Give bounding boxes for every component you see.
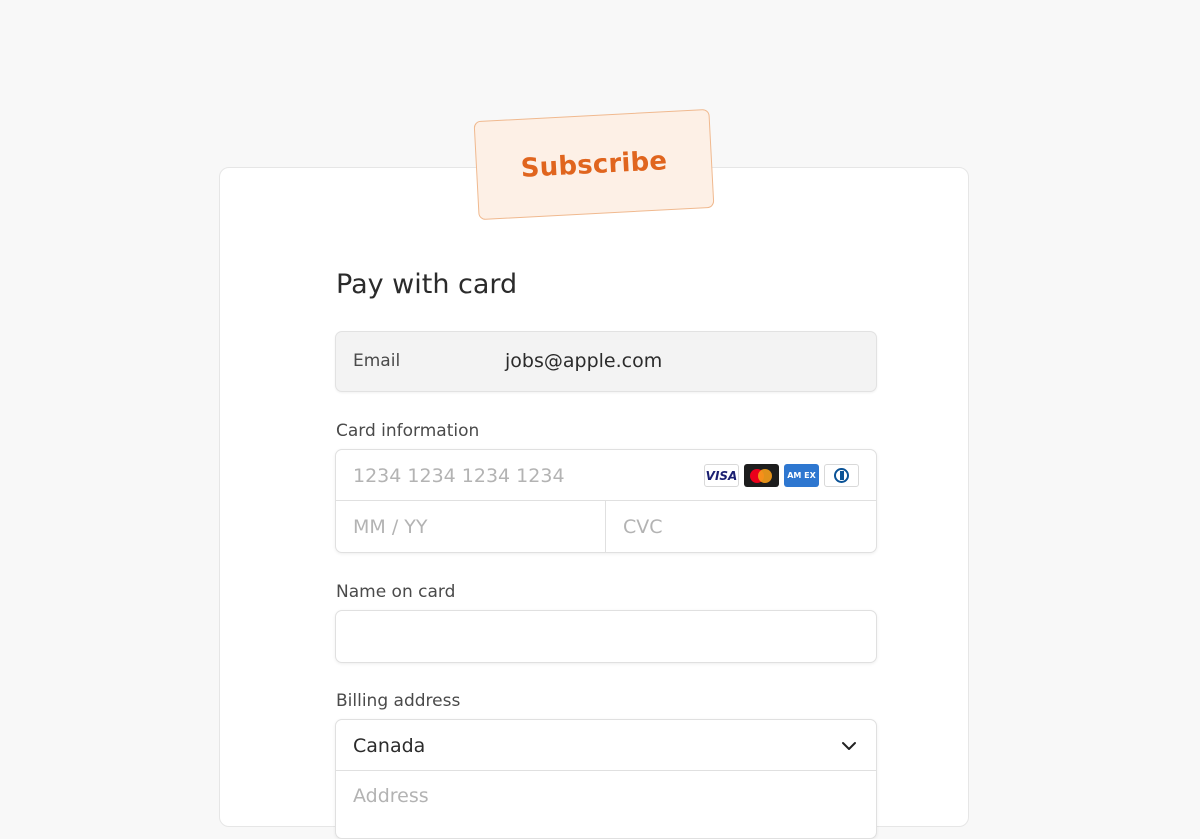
email-field[interactable]: Email jobs@apple.com (335, 331, 877, 392)
amex-icon-text: AM EX (787, 470, 816, 480)
page-title: Pay with card (336, 269, 518, 300)
address-input[interactable]: Address (336, 771, 876, 831)
cvc-input[interactable]: CVC (606, 501, 876, 553)
amex-icon: AM EX (784, 464, 819, 487)
diners-club-icon (824, 464, 859, 487)
email-label: Email (353, 351, 401, 371)
card-number-input[interactable]: 1234 1234 1234 1234 VISA AM EX (336, 450, 876, 501)
chevron-down-icon (842, 742, 856, 750)
subscribe-stamp-label: Subscribe (520, 145, 668, 184)
subscribe-stamp: Subscribe (473, 108, 715, 221)
name-on-card-label: Name on card (336, 582, 456, 602)
card-information-label: Card information (336, 421, 480, 441)
email-value[interactable]: jobs@apple.com (505, 350, 662, 372)
visa-icon-text: VISA (705, 468, 738, 483)
expiry-placeholder: MM / YY (353, 516, 428, 538)
cvc-placeholder: CVC (623, 516, 663, 538)
name-on-card-input[interactable] (335, 610, 877, 663)
billing-address-label: Billing address (336, 691, 461, 711)
expiry-date-input[interactable]: MM / YY (336, 501, 606, 553)
mastercard-icon (744, 464, 779, 487)
card-information-group: 1234 1234 1234 1234 VISA AM EX MM / YY C… (335, 449, 877, 553)
billing-address-group: Canada Address (335, 719, 877, 839)
country-select[interactable]: Canada (336, 720, 876, 771)
card-number-placeholder: 1234 1234 1234 1234 (353, 465, 565, 487)
visa-icon: VISA (704, 464, 739, 487)
address-placeholder: Address (353, 785, 429, 807)
card-brand-icons: VISA AM EX (704, 464, 859, 487)
country-value: Canada (353, 735, 426, 757)
